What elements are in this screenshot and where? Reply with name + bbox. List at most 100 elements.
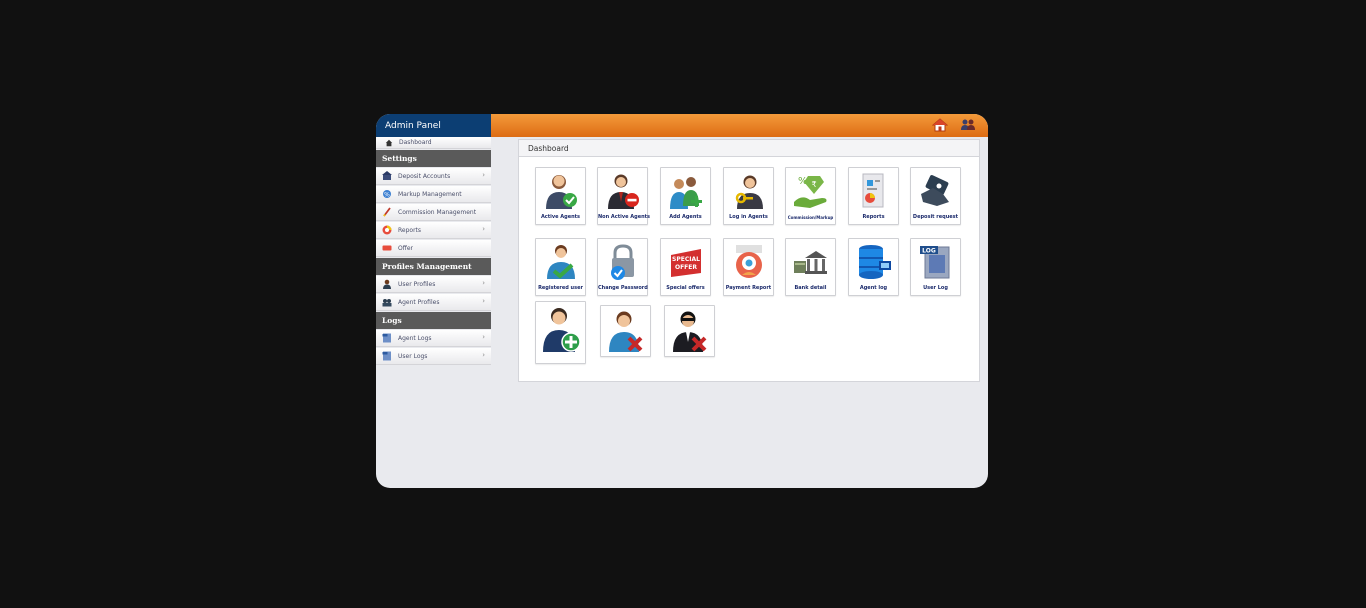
database-icon [859,245,891,279]
tile-agent-log[interactable]: Agent log [848,238,899,296]
chevron-right-icon: › [482,297,485,305]
app-title: Admin Panel [376,114,491,137]
tile-label: Deposit request [912,214,959,220]
sidebar-section-settings: Settings [376,150,491,167]
sidebar-item-agent-logs[interactable]: Agent Logs › [376,330,491,347]
commission-markup-icon: % ₹ [794,176,827,208]
app-window: Admin Panel Dashboard Settings Deposit A… [376,114,988,488]
tile-label: Registered user [538,285,583,291]
active-agents-icon [546,175,577,209]
sidebar-item-label: Reports [398,226,422,234]
tile-remove-user[interactable] [600,305,651,357]
tile-label: Log in Agents [729,214,768,220]
registered-user-icon [547,245,575,279]
tile-label: Reports [862,214,885,220]
chart-icon [382,225,392,235]
bank-icon [794,251,827,274]
tile-reports[interactable]: Reports [848,167,899,225]
sidebar: Dashboard Settings Deposit Accounts › % … [376,137,491,366]
payment-report-icon [736,245,762,278]
chevron-right-icon: › [482,279,485,287]
header-bar [491,114,988,137]
tile-remove-agent[interactable] [664,305,715,357]
sidebar-item-label: Deposit Accounts [398,172,451,180]
add-user-icon [543,308,581,352]
sidebar-item-markup-management[interactable]: % Markup Management [376,186,491,203]
log-in-agents-icon [735,175,763,209]
page-title: Dashboard [519,140,979,157]
tile-bank-detail[interactable]: Bank detail [785,238,836,296]
sidebar-item-dashboard[interactable]: Dashboard [376,137,491,149]
sidebar-item-offer[interactable]: Offer [376,240,491,257]
chevron-right-icon: › [482,333,485,341]
sidebar-item-label: Markup Management [398,190,462,198]
markup-icon: % [383,190,391,199]
tile-registered-user[interactable]: Registered user [535,238,586,296]
tile-label: Payment Report [725,285,772,291]
svg-text:OFFER: OFFER [675,264,697,271]
tile-label: Special offers [666,285,705,291]
sidebar-item-label: User Logs [398,352,428,360]
tile-label: User Log [923,285,948,291]
lock-icon [611,244,634,280]
special-offer-icon: SPECIAL OFFER [671,249,701,277]
top-bar: Admin Panel [376,114,988,137]
sidebar-item-deposit-accounts[interactable]: Deposit Accounts › [376,168,491,185]
add-agents-icon [670,177,702,209]
log-icon [382,351,391,361]
tile-label: Commission/Markup [787,215,834,220]
sidebar-section-profiles: Profiles Management [376,258,491,275]
user-icon [383,279,391,289]
tile-change-password[interactable]: Change Password [597,238,648,296]
tile-add-user[interactable] [535,301,586,364]
home-icon[interactable] [932,118,948,132]
tile-active-agents[interactable]: Active Agents [535,167,586,225]
tile-label: Agent log [859,285,888,291]
sidebar-item-commission-management[interactable]: Commission Management [376,204,491,221]
sidebar-section-logs: Logs [376,312,491,329]
chevron-right-icon: › [482,171,485,179]
tile-commission-markup[interactable]: % ₹ Commission/Markup [785,167,836,225]
sidebar-item-user-logs[interactable]: User Logs › [376,348,491,365]
reports-icon [862,173,884,208]
tile-non-active-agents[interactable]: Non Active Agents [597,167,651,225]
pencil-icon [383,207,391,217]
svg-text:LOG: LOG [922,248,936,255]
offer-icon [382,245,392,251]
log-icon [382,333,391,343]
sidebar-item-agent-profiles[interactable]: Agent Profiles › [376,294,491,311]
sidebar-item-label: Dashboard [399,139,432,146]
non-active-agents-icon [608,174,639,209]
tile-deposit-request[interactable]: Deposit request [910,167,961,225]
chevron-right-icon: › [482,225,485,233]
tile-label: Add Agents [669,214,702,220]
sidebar-item-label: User Profiles [398,280,436,288]
dashboard-panel: Dashboard Active Agents Non Active Agent… [518,139,980,382]
tile-label: Active Agents [540,214,581,220]
tile-special-offers[interactable]: SPECIAL OFFER Special offers [660,238,711,296]
sidebar-item-label: Agent Profiles [398,298,440,306]
sidebar-item-label: Offer [398,244,414,252]
home-icon [385,139,393,146]
chevron-right-icon: › [482,351,485,359]
sidebar-item-label: Agent Logs [398,334,432,342]
tile-add-agents[interactable]: Add Agents [660,167,711,225]
tile-label: Non Active Agents [598,214,651,220]
tile-payment-report[interactable]: Payment Report [723,238,774,296]
users-icon[interactable] [960,118,976,132]
agents-icon [382,299,392,307]
sidebar-item-reports[interactable]: Reports › [376,222,491,239]
tile-log-in-agents[interactable]: Log in Agents [723,167,774,225]
sidebar-item-label: Commission Management [398,208,477,216]
tile-label: Bank detail [794,285,827,291]
svg-text:₹: ₹ [811,180,816,189]
svg-text:SPECIAL: SPECIAL [672,256,700,263]
log-icon: LOG [920,246,950,279]
tile-user-log[interactable]: LOG User Log [910,238,961,296]
bank-icon [382,171,392,180]
remove-user-icon [609,311,643,352]
remove-agent-icon [673,311,707,352]
svg-text:%: % [384,192,390,199]
sidebar-item-user-profiles[interactable]: User Profiles › [376,276,491,293]
deposit-request-icon [921,175,949,206]
